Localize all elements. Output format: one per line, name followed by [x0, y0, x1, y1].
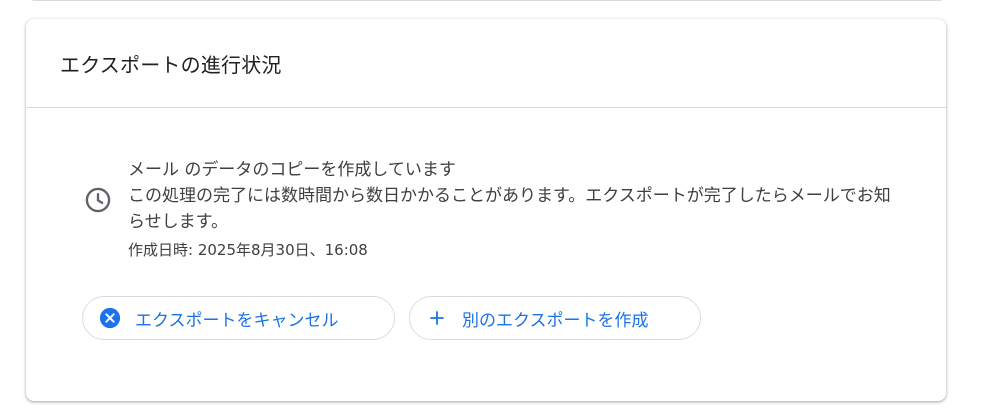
card-header: エクスポートの進行状況 — [26, 19, 946, 108]
action-buttons: エクスポートをキャンセル 別のエクスポートを作成 — [82, 296, 701, 340]
cancel-export-label: エクスポートをキャンセル — [135, 310, 339, 331]
export-progress-card: エクスポートの進行状況 メール のデータのコピーを作成しています この処理の完了… — [26, 19, 946, 401]
status-title: メール のデータのコピーを作成しています — [128, 160, 456, 180]
status-description: この処理の完了には数時間から数日かかることがあります。エクスポートが完了したらメ… — [128, 186, 891, 232]
created-date: 作成日時: 2025年8月30日、16:08 — [128, 241, 368, 259]
cancel-export-button[interactable]: エクスポートをキャンセル — [82, 296, 395, 340]
create-new-export-button[interactable]: 別のエクスポートを作成 — [409, 296, 701, 340]
create-new-export-label: 別のエクスポートを作成 — [462, 310, 649, 331]
plus-icon — [426, 307, 448, 329]
page: エクスポートの進行状況 メール のデータのコピーを作成しています この処理の完了… — [0, 0, 996, 412]
previous-card-edge — [27, 0, 947, 1]
cancel-circle-icon — [99, 307, 121, 329]
clock-icon — [82, 184, 114, 216]
card-title: エクスポートの進行状況 — [60, 52, 282, 77]
status-text: メール のデータのコピーを作成しています この処理の完了には数時間から数日かかる… — [128, 157, 898, 261]
